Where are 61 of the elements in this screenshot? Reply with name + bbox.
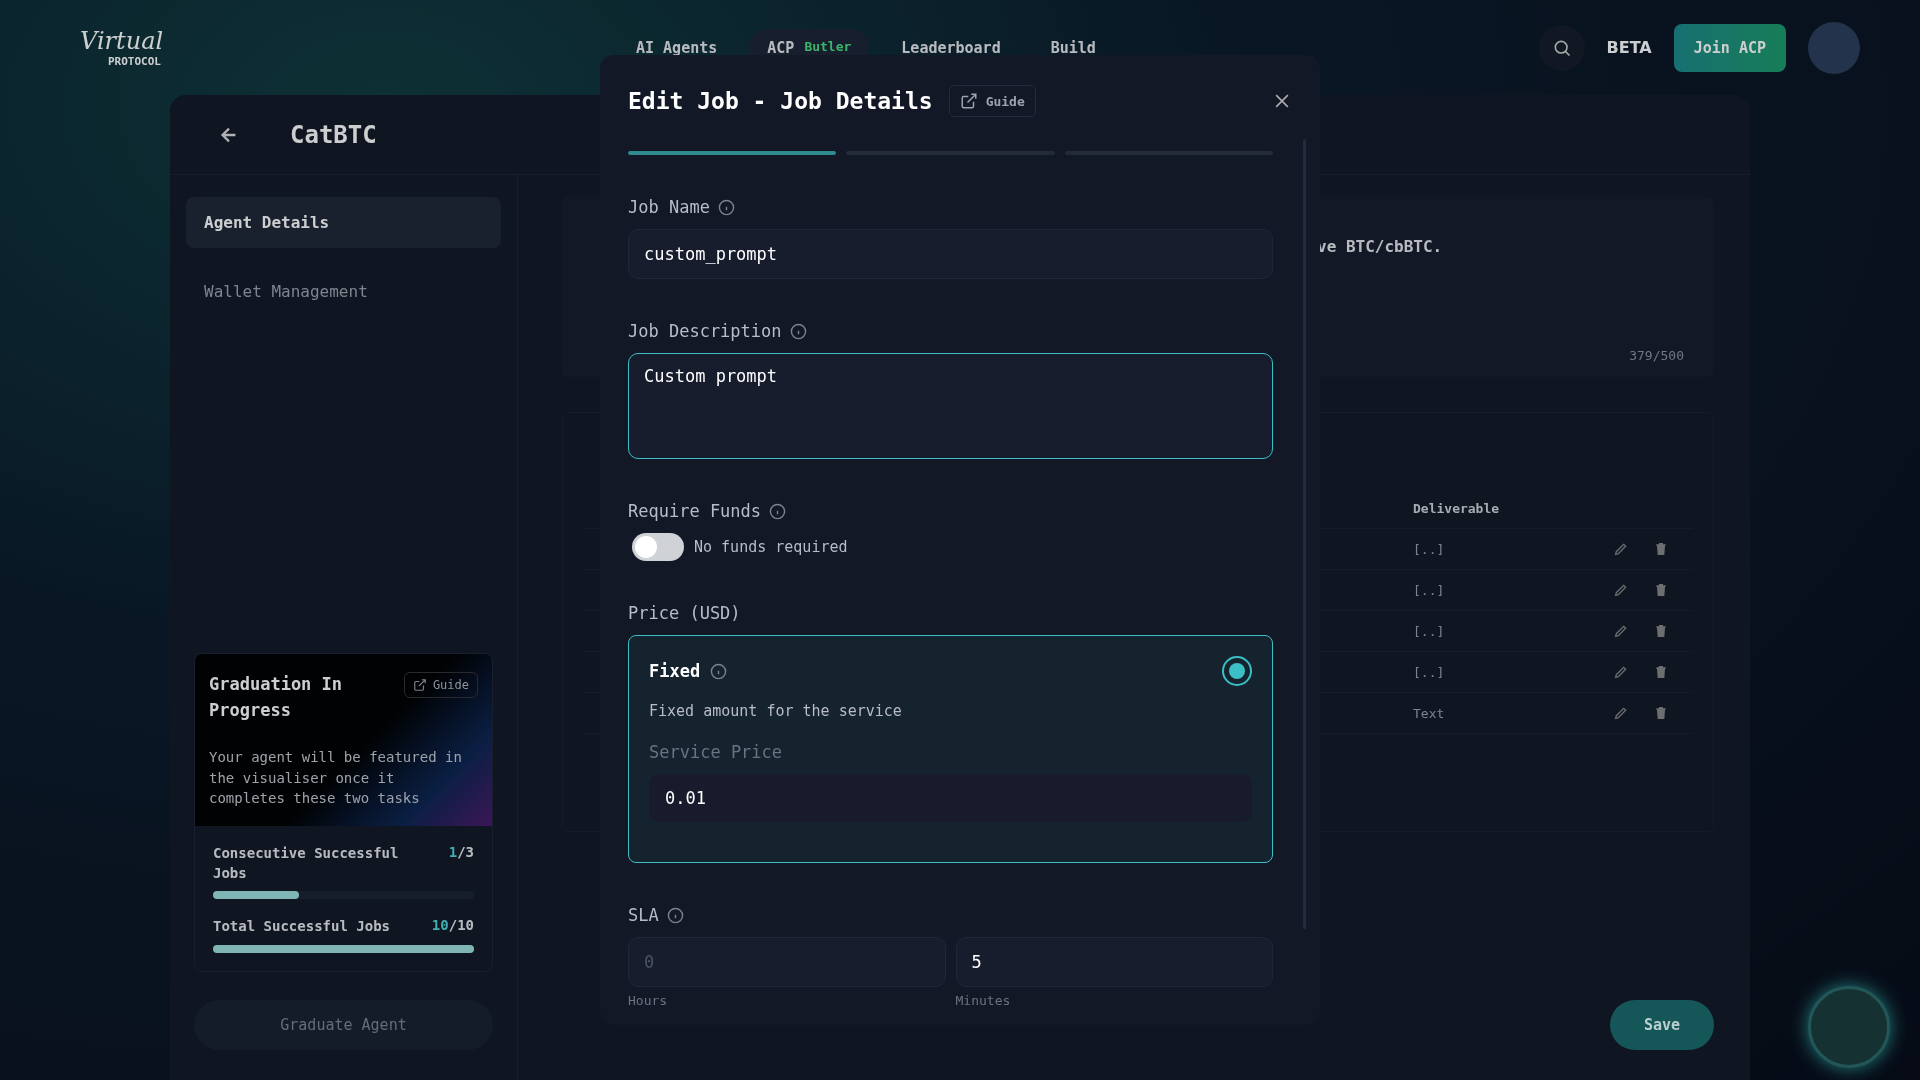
edit-icon[interactable] bbox=[1613, 705, 1629, 721]
assistant-avatar-button[interactable] bbox=[1808, 986, 1890, 1068]
graduation-text: Your agent will be featured in the visualiser once it completes these two tasks bbox=[209, 748, 463, 808]
trash-icon[interactable] bbox=[1653, 705, 1669, 721]
beta-label: BETA bbox=[1606, 38, 1652, 57]
info-icon[interactable] bbox=[789, 322, 807, 340]
info-icon[interactable] bbox=[769, 502, 787, 520]
external-link-icon bbox=[412, 678, 427, 693]
field-caption: Hours bbox=[628, 993, 669, 1008]
sidebar-tab[interactable]: Agent Details bbox=[186, 197, 501, 248]
guide-button[interactable]: Guide bbox=[948, 85, 1036, 117]
trash-icon[interactable] bbox=[1653, 664, 1669, 680]
field-label: Require Funds bbox=[628, 501, 762, 521]
metric-label: Total Successful Jobs bbox=[213, 917, 391, 937]
save-button[interactable]: Save bbox=[1610, 1000, 1714, 1050]
table-cell-text: [..] bbox=[1413, 664, 1446, 680]
job-name-field[interactable]: custom_prompt bbox=[628, 229, 1273, 279]
trash-icon[interactable] bbox=[1653, 623, 1669, 639]
sidebar-tab[interactable]: Wallet Management bbox=[186, 266, 501, 317]
sla-field[interactable]: 0 bbox=[628, 937, 946, 987]
sla-field[interactable]: 5 bbox=[955, 937, 1273, 987]
table-cell-text: [..] bbox=[1413, 582, 1446, 598]
info-icon[interactable] bbox=[717, 198, 735, 216]
info-icon[interactable] bbox=[666, 906, 684, 924]
funds-toggle[interactable] bbox=[632, 533, 684, 561]
metric-count: 1/3 bbox=[448, 844, 474, 861]
join-button[interactable]: Join ACP bbox=[1673, 23, 1786, 72]
edit-icon[interactable] bbox=[1613, 623, 1629, 639]
external-link-icon bbox=[959, 92, 978, 110]
edit-icon[interactable] bbox=[1613, 664, 1629, 680]
field-label: Job Description bbox=[628, 321, 782, 341]
option-title: Fixed bbox=[649, 661, 701, 681]
guide-link[interactable]: Guide bbox=[403, 672, 478, 699]
table-cell-text: Text bbox=[1413, 705, 1446, 721]
logo-subtitle: PROTOCOL bbox=[108, 55, 161, 68]
dialog-title: Edit Job - Job Details bbox=[628, 88, 933, 114]
metric-count: 10/10 bbox=[431, 917, 474, 934]
table-cell-text: [..] bbox=[1413, 541, 1446, 557]
table-cell-text: [..] bbox=[1413, 623, 1446, 639]
job-description-field[interactable]: Custom prompt bbox=[628, 353, 1273, 459]
edit-icon[interactable] bbox=[1613, 541, 1629, 557]
field-caption: Minutes bbox=[955, 993, 1012, 1008]
info-icon[interactable] bbox=[710, 662, 728, 680]
price-field[interactable]: 0.01 bbox=[649, 774, 1252, 822]
field-label: SLA bbox=[628, 905, 659, 925]
logo[interactable]: Virtual bbox=[80, 27, 164, 55]
toggle-caption: No funds required bbox=[694, 538, 848, 556]
field-label: Job Name bbox=[628, 197, 710, 217]
radio-button[interactable] bbox=[1222, 656, 1252, 686]
trash-icon[interactable] bbox=[1653, 541, 1669, 557]
option-description: Fixed amount for the service bbox=[649, 702, 903, 720]
field-label: Service Price bbox=[649, 742, 784, 762]
column-header: Deliverable bbox=[1413, 500, 1501, 516]
trash-icon[interactable] bbox=[1653, 582, 1669, 598]
pricing-option-card[interactable]: Fixed Fixed amount for the service Service Price 0.01 bbox=[628, 635, 1273, 863]
metric-label: Consecutive Successful Jobs bbox=[213, 844, 400, 883]
edit-icon[interactable] bbox=[1613, 582, 1629, 598]
agent-title: CatBTC bbox=[290, 120, 377, 149]
field-label: Price (USD) bbox=[628, 603, 741, 623]
char-count: 379/500 bbox=[1629, 348, 1684, 363]
graduation-title: Graduation In Progress bbox=[209, 673, 344, 722]
